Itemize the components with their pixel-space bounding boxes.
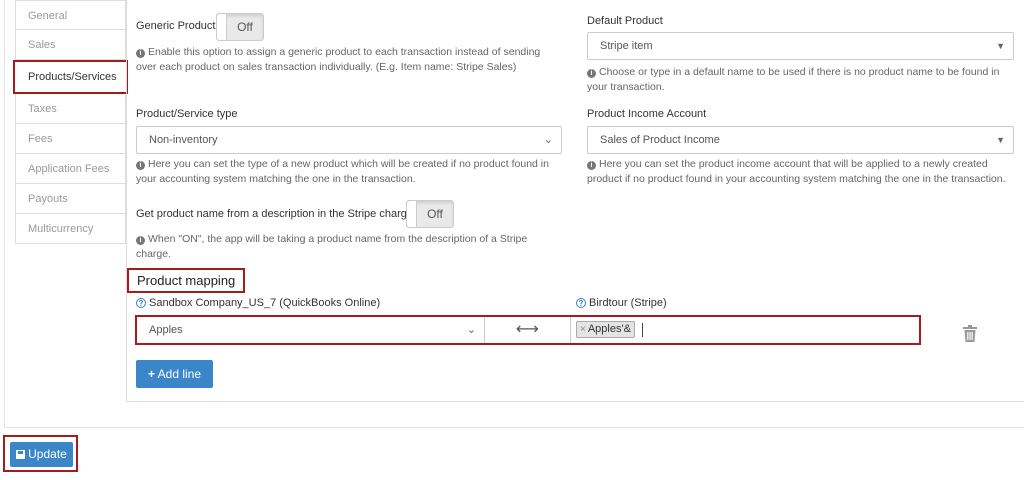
remove-tag-icon[interactable]: × <box>580 324 586 335</box>
mapping-right-header: ? Birdtour (Stripe) <box>576 297 667 309</box>
question-icon[interactable]: ? <box>576 298 586 308</box>
save-icon <box>16 450 26 459</box>
info-icon: i <box>136 49 145 58</box>
product-type-label: Product/Service type <box>136 108 238 120</box>
settings-sidebar: General Sales Products/Services Taxes Fe… <box>13 0 128 244</box>
update-button[interactable]: Update <box>10 442 73 467</box>
stripe-product-tag-input[interactable]: × Apples'& <box>571 317 919 343</box>
product-tag: × Apples'& <box>576 321 635 338</box>
update-highlight: Update <box>3 435 78 472</box>
quickbooks-product-select[interactable]: Apples ⌄ <box>137 317 485 343</box>
info-icon: i <box>136 236 145 245</box>
generic-product-toggle[interactable]: Off <box>216 13 264 41</box>
sidebar-item-multicurrency[interactable]: Multicurrency <box>15 214 126 244</box>
mapping-row: Apples ⌄ ⟷ × Apples'& <box>135 315 921 345</box>
add-line-button[interactable]: + Add line <box>136 360 213 388</box>
name-from-description-toggle[interactable]: Off <box>406 200 454 228</box>
info-icon: i <box>587 161 596 170</box>
sidebar-item-taxes[interactable]: Taxes <box>15 94 126 124</box>
toggle-state: Off <box>427 207 443 221</box>
product-type-help: i Here you can set the type of a new prod… <box>136 158 549 185</box>
name-from-description-label: Get product name from a description in t… <box>136 208 413 220</box>
caret-down-icon: ▼ <box>996 135 1005 145</box>
trash-icon[interactable] <box>962 325 978 343</box>
sidebar-item-application-fees[interactable]: Application Fees <box>15 154 126 184</box>
bidirectional-arrow-icon: ⟷ <box>485 317 571 343</box>
income-account-help: i Here you can set the product income acc… <box>587 158 1006 185</box>
caret-down-icon: ▼ <box>996 41 1005 51</box>
sidebar-item-fees[interactable]: Fees <box>15 124 126 154</box>
income-account-label: Product Income Account <box>587 108 707 120</box>
product-type-select[interactable]: Non-inventory ⌄ <box>136 126 562 154</box>
default-product-select[interactable]: Stripe item ▼ <box>587 32 1014 60</box>
generic-product-help: i Enable this option to assign a generic … <box>136 46 541 73</box>
toggle-knob <box>407 201 417 227</box>
product-mapping-title: Product mapping <box>127 268 245 293</box>
default-product-help: i Choose or type in a default name to be … <box>587 66 1000 93</box>
sidebar-item-products-services[interactable]: Products/Services <box>13 60 128 94</box>
sidebar-item-sales[interactable]: Sales <box>15 30 126 60</box>
generic-product-label: Generic Product <box>136 20 216 32</box>
chevron-down-icon: ⌄ <box>543 134 553 146</box>
name-from-description-help: i When "ON", the app will be taking a pro… <box>136 233 528 260</box>
text-cursor <box>642 323 643 337</box>
chevron-down-icon: ⌄ <box>466 324 476 336</box>
toggle-state: Off <box>237 20 253 34</box>
mapping-left-header: ? Sandbox Company_US_7 (QuickBooks Online… <box>136 297 380 309</box>
info-icon: i <box>587 69 596 78</box>
plus-icon: + <box>147 367 155 381</box>
income-account-select[interactable]: Sales of Product Income ▼ <box>587 126 1014 154</box>
info-icon: i <box>136 161 145 170</box>
toggle-knob <box>217 14 227 40</box>
default-product-label: Default Product <box>587 15 663 27</box>
sidebar-item-payouts[interactable]: Payouts <box>15 184 126 214</box>
question-icon[interactable]: ? <box>136 298 146 308</box>
sidebar-item-general[interactable]: General <box>15 0 126 30</box>
